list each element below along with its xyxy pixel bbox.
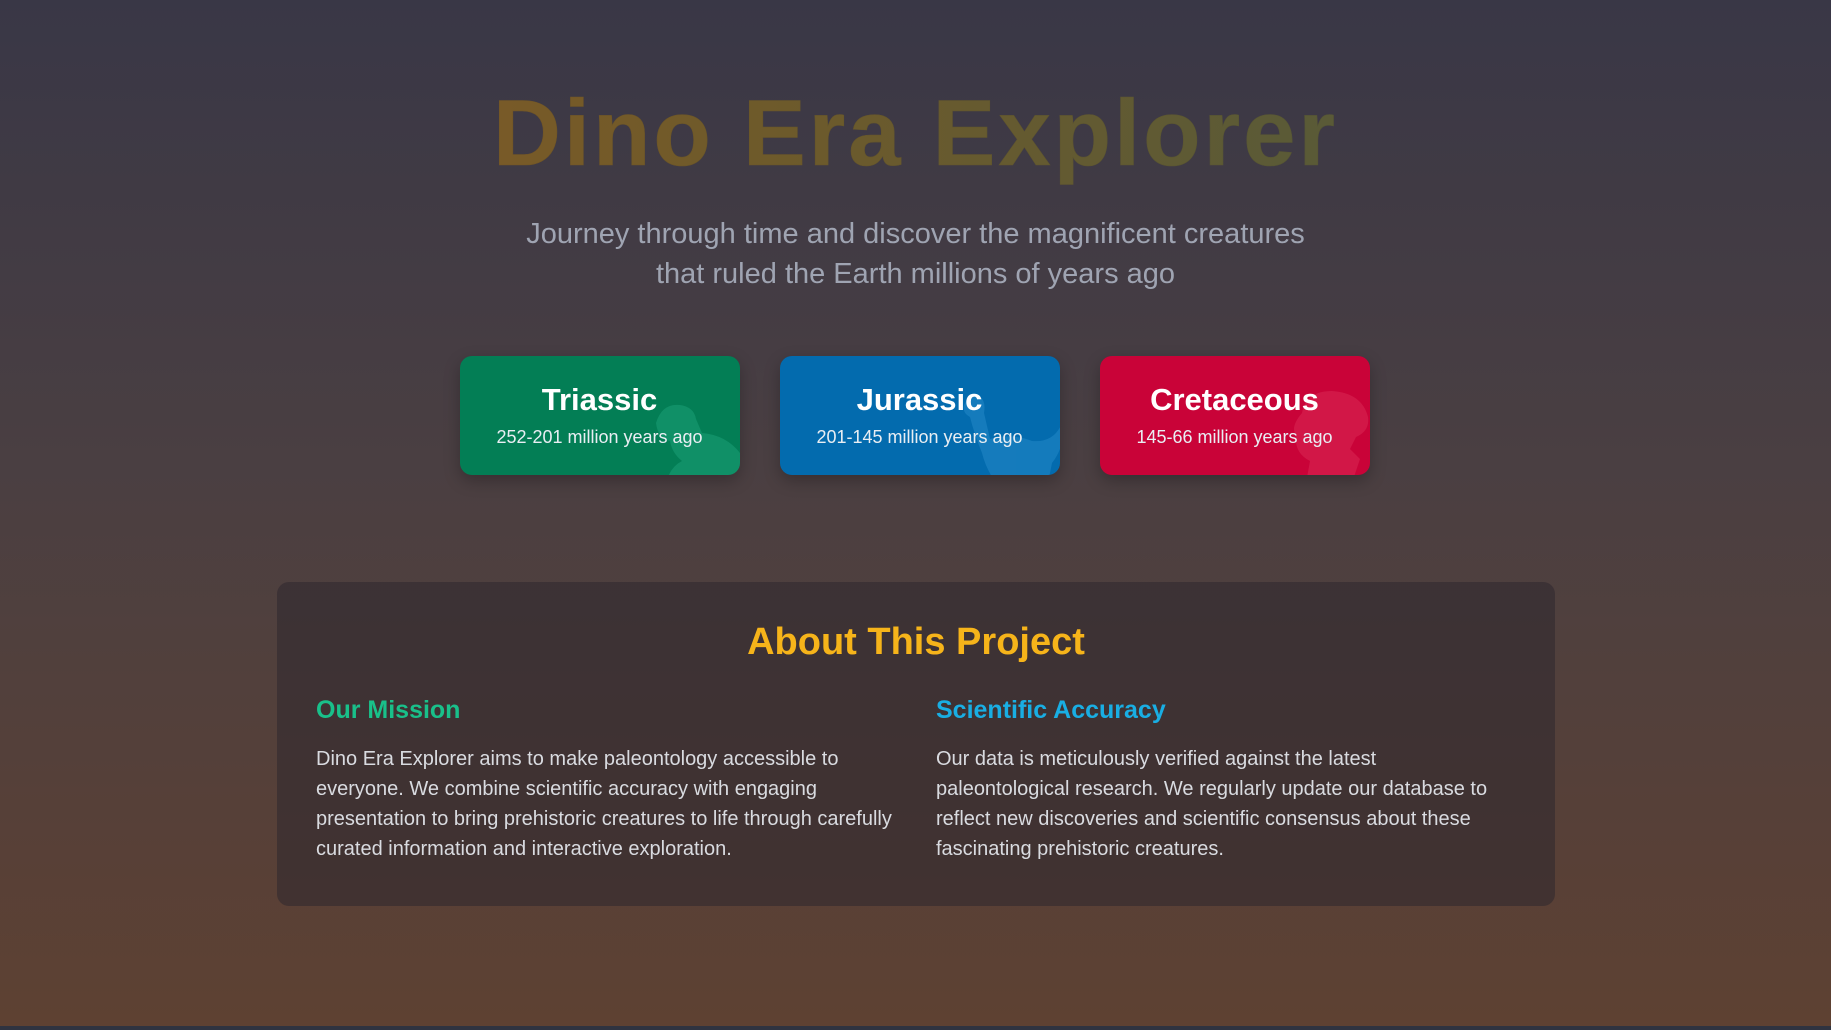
page-subtitle: Journey through time and discover the ma… bbox=[496, 214, 1336, 294]
era-card-triassic[interactable]: Triassic 252-201 million years ago bbox=[459, 356, 740, 475]
about-section: About This Project Our Mission Dino Era … bbox=[277, 582, 1555, 906]
era-range: 252-201 million years ago bbox=[496, 427, 703, 447]
subtitle-line-1: Journey through time and discover the ma… bbox=[526, 218, 1305, 250]
mission-column: Our Mission Dino Era Explorer aims to ma… bbox=[316, 694, 893, 864]
page-title: Dino Era Explorer bbox=[0, 78, 1831, 188]
era-range: 145-66 million years ago bbox=[1136, 427, 1333, 447]
accuracy-column: Scientific Accuracy Our data is meticulo… bbox=[936, 694, 1513, 864]
mission-text: Dino Era Explorer aims to make paleontol… bbox=[316, 748, 892, 860]
era-name: Jurassic bbox=[856, 382, 983, 417]
bottom-divider bbox=[0, 1026, 1831, 1030]
mission-heading: Our Mission bbox=[316, 696, 461, 724]
era-cards: Triassic 252-201 million years ago Juras… bbox=[0, 356, 1831, 475]
about-columns: Our Mission Dino Era Explorer aims to ma… bbox=[316, 694, 1516, 864]
era-card-cretaceous[interactable]: Cretaceous 145-66 million years ago bbox=[1099, 356, 1370, 475]
accuracy-heading: Scientific Accuracy bbox=[936, 696, 1166, 724]
era-name: Cretaceous bbox=[1150, 382, 1319, 417]
era-range: 201-145 million years ago bbox=[816, 427, 1023, 447]
hero-section: Dino Era Explorer Journey through time a… bbox=[0, 0, 1831, 475]
era-name: Triassic bbox=[541, 382, 658, 417]
subtitle-line-2: that ruled the Earth millions of years a… bbox=[655, 258, 1176, 290]
era-card-jurassic[interactable]: Jurassic 201-145 million years ago bbox=[779, 356, 1060, 475]
about-title: About This Project bbox=[747, 621, 1085, 663]
accuracy-text: Our data is meticulously verified agains… bbox=[936, 748, 1488, 860]
